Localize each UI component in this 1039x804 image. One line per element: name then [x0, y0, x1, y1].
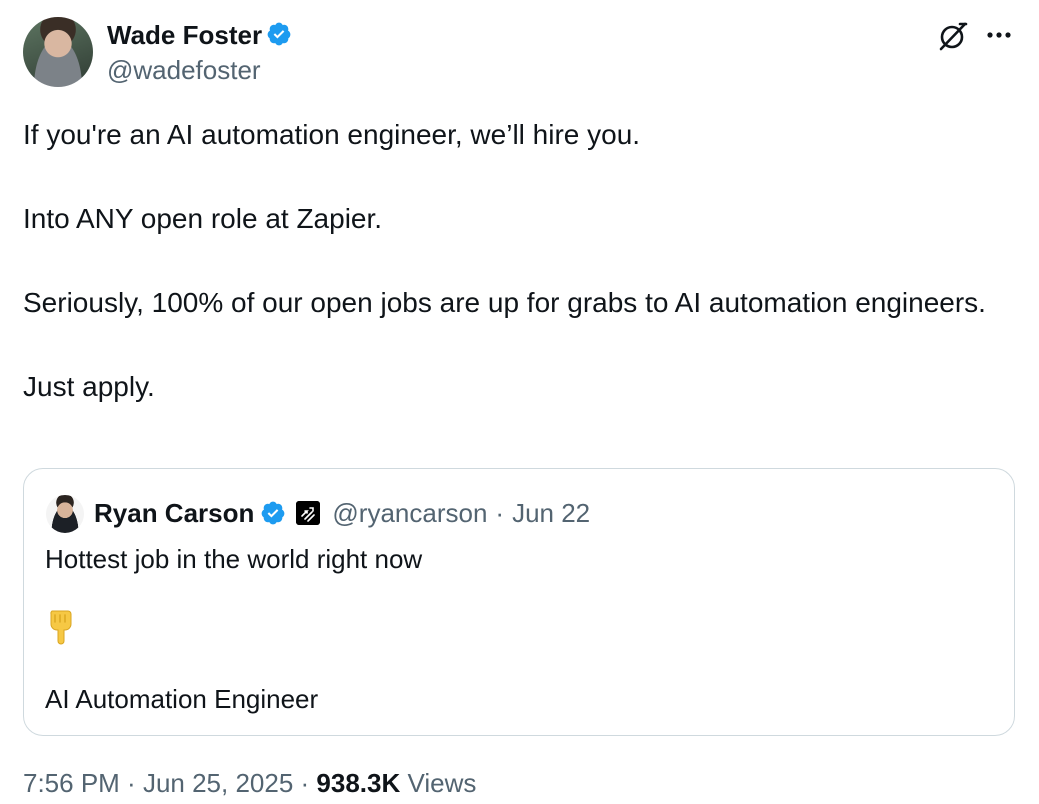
tweet-paragraph: Into ANY open role at Zapier. — [23, 203, 383, 234]
affiliate-badge-icon[interactable] — [296, 501, 321, 525]
verified-badge-icon — [267, 22, 291, 46]
quote-text-second: AI Automation Engineer — [45, 684, 319, 714]
meta-separator: · — [293, 768, 317, 798]
grok-icon[interactable] — [936, 20, 968, 52]
author-handle[interactable]: @wadefoster — [107, 54, 261, 86]
tweet-paragraph: Seriously, 100% of our open jobs are up … — [23, 287, 986, 318]
tweet-paragraph: Just apply. — [23, 371, 155, 402]
author-name-text[interactable]: Wade Foster — [107, 20, 262, 50]
backhand-index-pointing-down-icon — [50, 610, 72, 645]
views-label: Views — [400, 768, 477, 798]
verified-badge-icon — [262, 501, 285, 525]
quote-author-name[interactable]: Ryan Carson — [94, 498, 254, 529]
tweet-meta: 7:56 PM · Jun 25, 2025 · 938.3K Views — [23, 766, 476, 800]
tweet-paragraph: If you're an AI automation engineer, we’… — [23, 119, 641, 150]
quote-author-handle[interactable]: @ryancarson — [332, 498, 487, 529]
quote-tweet-card[interactable]: Ryan Carson @ryancarson · Jun 22 Hottest… — [23, 468, 1015, 736]
quote-text: Hottest job in the world right now — [45, 544, 423, 574]
tweet-text: If you're an AI automation engineer, we’… — [23, 114, 1013, 408]
quote-header: Ryan Carson @ryancarson · Jun 22 — [94, 496, 590, 530]
quote-author-avatar[interactable] — [46, 495, 84, 533]
author-name[interactable]: Wade Foster — [107, 18, 292, 52]
author-avatar[interactable] — [23, 17, 93, 87]
more-horizontal-icon[interactable] — [984, 22, 1014, 48]
meta-separator: · — [119, 768, 143, 798]
tweet-time[interactable]: 7:56 PM — [23, 768, 120, 798]
tweet-date[interactable]: Jun 25, 2025 — [143, 768, 293, 798]
quote-separator: · — [495, 497, 505, 528]
views-count: 938.3K — [316, 768, 401, 798]
quote-date[interactable]: Jun 22 — [512, 498, 590, 529]
